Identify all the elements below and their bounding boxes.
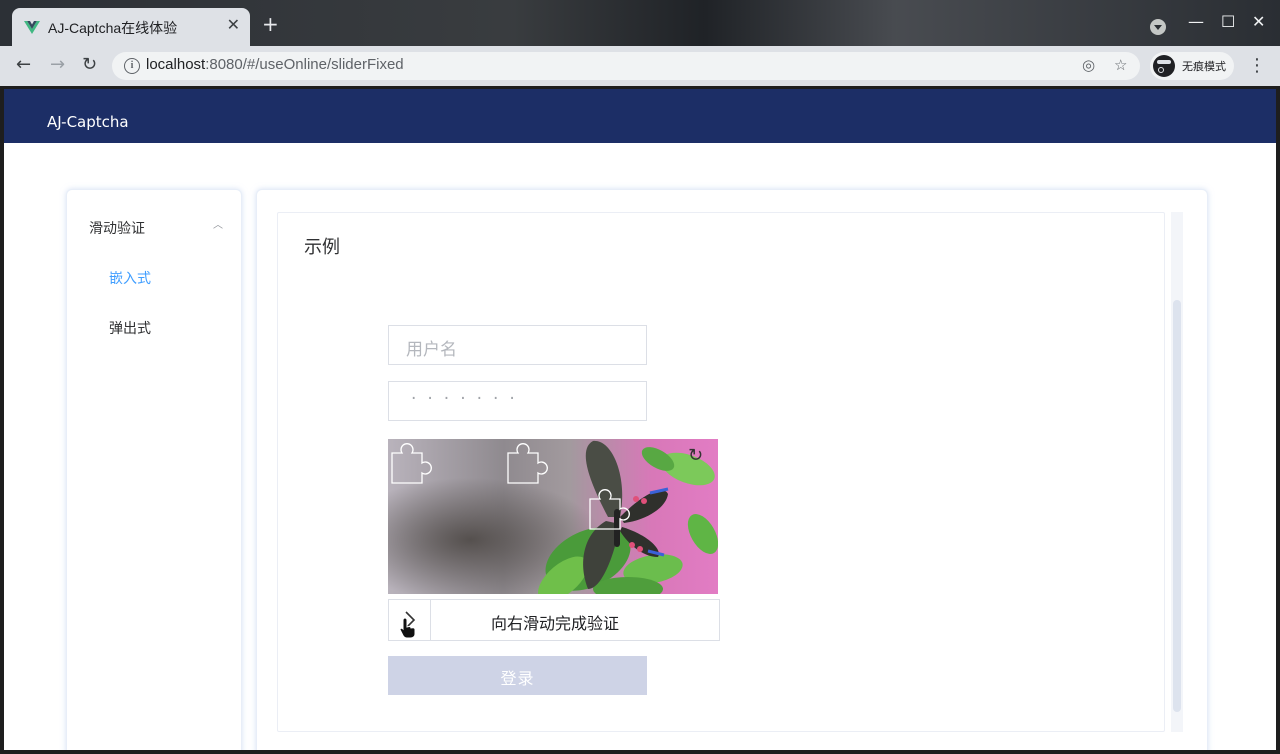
username-input[interactable]: 用户名 xyxy=(388,325,647,365)
app-title: AJ-Captcha xyxy=(47,113,129,131)
scrollbar[interactable] xyxy=(1171,212,1183,732)
sidebar-item-embedded[interactable]: 嵌入式 xyxy=(109,268,151,288)
sidebar-item-popup[interactable]: 弹出式 xyxy=(109,318,151,338)
bookmark-star-icon[interactable]: ☆ xyxy=(1114,56,1127,74)
app-header: AJ-Captcha xyxy=(4,89,1276,143)
sidebar-group-slider[interactable]: 滑动验证 xyxy=(89,218,145,238)
sidebar: 滑动验证 ︿ 嵌入式 弹出式 xyxy=(66,189,242,750)
incognito-label: 无痕模式 xyxy=(1182,60,1226,73)
minimize-icon[interactable]: — xyxy=(1188,12,1204,31)
address-bar[interactable]: i localhost:8080/#/useOnline/sliderFixed… xyxy=(112,52,1140,80)
new-tab-icon[interactable]: + xyxy=(262,14,279,34)
login-label: 登录 xyxy=(500,669,535,688)
web-page: AJ-Captcha 滑动验证 ︿ 嵌入式 弹出式 示例 用户名 ······· xyxy=(4,89,1276,750)
maximize-icon[interactable]: ☐ xyxy=(1221,12,1235,31)
example-card: 示例 用户名 ······· ↻ 向右滑动完成验证 登录 xyxy=(277,212,1165,732)
browser-menu-icon[interactable]: ⋮ xyxy=(1248,55,1266,76)
refresh-icon[interactable]: ↻ xyxy=(688,445,703,466)
browser-tab-strip: AJ-Captcha在线体验 ✕ + — ☐ ✕ xyxy=(0,0,1280,46)
vue-logo-icon xyxy=(24,21,40,34)
password-mask: ······· xyxy=(411,389,526,409)
browser-toolbar: ← → ↻ i localhost:8080/#/useOnline/slide… xyxy=(0,46,1280,86)
captcha-background xyxy=(388,439,718,594)
slider-track[interactable]: 向右滑动完成验证 xyxy=(388,599,720,641)
login-button[interactable]: 登录 xyxy=(388,656,647,695)
username-placeholder: 用户名 xyxy=(406,340,457,360)
password-input[interactable]: ······· xyxy=(388,381,647,421)
eye-off-icon[interactable]: ◎ xyxy=(1082,56,1095,74)
tab-search-icon[interactable] xyxy=(1150,19,1166,35)
card-title: 示例 xyxy=(304,237,340,258)
tab-title: AJ-Captcha在线体验 xyxy=(48,20,178,36)
slider-hint: 向右滑动完成验证 xyxy=(490,614,619,633)
incognito-icon xyxy=(1153,55,1175,77)
slider-handle[interactable] xyxy=(389,600,431,640)
info-icon[interactable]: i xyxy=(124,58,140,74)
incognito-badge[interactable]: 无痕模式 xyxy=(1150,52,1234,80)
captcha-image: ↻ xyxy=(388,439,718,594)
chevron-up-icon[interactable]: ︿ xyxy=(213,216,223,231)
main-panel: 示例 用户名 ······· ↻ 向右滑动完成验证 登录 xyxy=(256,189,1208,750)
url-text: localhost:8080/#/useOnline/sliderFixed xyxy=(146,56,404,73)
back-icon[interactable]: ← xyxy=(16,55,31,75)
window-close-icon[interactable]: ✕ xyxy=(1252,12,1265,31)
hand-cursor-icon xyxy=(399,617,416,639)
reload-icon[interactable]: ↻ xyxy=(82,55,97,75)
browser-tab[interactable]: AJ-Captcha在线体验 ✕ xyxy=(12,8,250,46)
scrollbar-thumb[interactable] xyxy=(1173,300,1181,712)
forward-icon[interactable]: → xyxy=(50,55,65,75)
close-icon[interactable]: ✕ xyxy=(227,17,240,33)
